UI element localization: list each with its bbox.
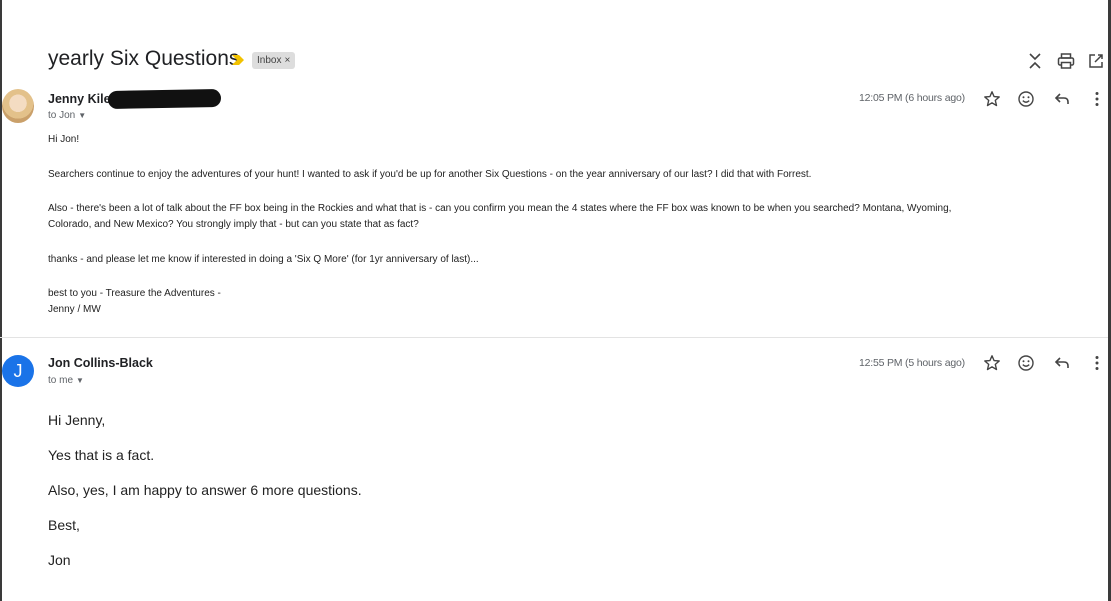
sender-name[interactable]: Jon Collins-Black — [48, 356, 153, 370]
recipient-text: to me — [48, 375, 74, 386]
message-body-line: Hi Jenny, — [48, 412, 106, 428]
importance-marker-icon[interactable] — [231, 54, 245, 66]
chevron-down-icon: ▼ — [78, 111, 87, 120]
reply-icon[interactable] — [1053, 90, 1071, 108]
message-timestamp: 12:05 PM (6 hours ago) — [859, 92, 965, 104]
recipient-dropdown[interactable]: to me ▼ — [48, 375, 84, 386]
message-body-line: thanks - and please let me know if inter… — [48, 254, 479, 265]
message-timestamp: 12:55 PM (5 hours ago) — [859, 357, 965, 369]
reply-icon[interactable] — [1053, 354, 1071, 372]
more-options-icon[interactable] — [1088, 354, 1106, 372]
inbox-label-chip[interactable]: Inbox × — [252, 52, 296, 69]
screenshot-frame-left — [0, 0, 2, 601]
open-in-new-window-icon[interactable] — [1087, 52, 1105, 70]
inbox-label-text: Inbox — [257, 55, 282, 66]
message-body-line: Colorado, and New Mexico? You strongly i… — [48, 219, 419, 230]
more-options-icon[interactable] — [1088, 90, 1106, 108]
message-divider — [0, 337, 1108, 338]
emoji-reaction-icon[interactable] — [1017, 90, 1035, 108]
message-body-line: Hi Jon! — [48, 134, 80, 145]
message-body-line: Also - there's been a lot of talk about … — [48, 203, 952, 214]
thread-subject: yearly Six Questions — [48, 47, 240, 70]
remove-label-button[interactable]: × — [284, 55, 290, 66]
message-body-line: Best, — [48, 517, 80, 533]
redaction-mark — [107, 89, 222, 109]
emoji-reaction-icon[interactable] — [1017, 354, 1035, 372]
message-body-line: Jenny / MW — [48, 304, 101, 315]
avatar[interactable] — [2, 89, 34, 123]
expand-collapse-icon[interactable] — [1026, 52, 1044, 70]
sender-name[interactable]: Jenny Kile — [48, 92, 111, 106]
recipient-text: to Jon — [48, 110, 76, 121]
avatar[interactable]: J — [2, 355, 34, 387]
message-body-line: best to you - Treasure the Adventures - — [48, 288, 221, 299]
message-body-line: Also, yes, I am happy to answer 6 more q… — [48, 482, 362, 498]
message-body-line: Searchers continue to enjoy the adventur… — [48, 169, 812, 180]
message-body-line: Jon — [48, 552, 71, 568]
star-icon[interactable] — [983, 90, 1001, 108]
chevron-down-icon: ▼ — [76, 376, 84, 385]
star-icon[interactable] — [983, 354, 1001, 372]
message-body-line: Yes that is a fact. — [48, 447, 155, 463]
recipient-dropdown[interactable]: to Jon ▼ — [48, 110, 86, 121]
print-icon[interactable] — [1057, 52, 1075, 70]
